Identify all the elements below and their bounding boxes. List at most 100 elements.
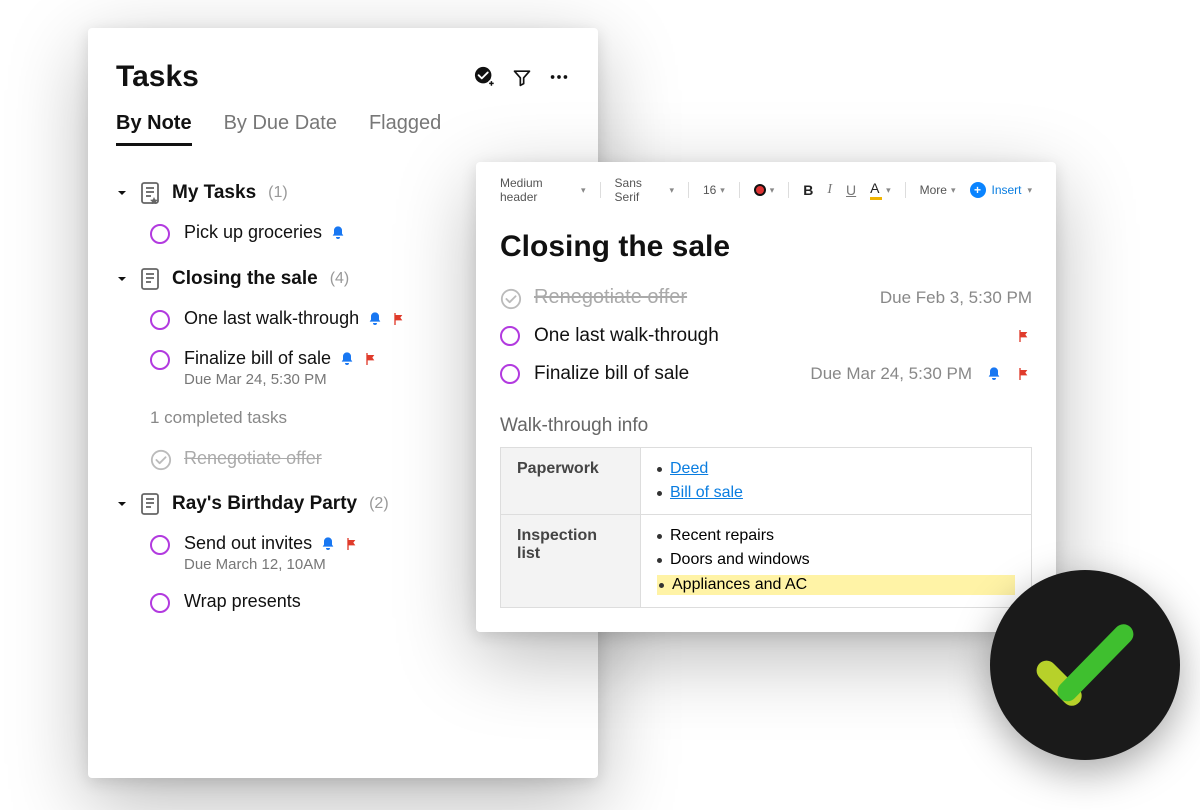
task-label-done: Renegotiate offer xyxy=(184,448,322,469)
bell-icon xyxy=(986,366,1002,382)
link-deed[interactable]: Deed xyxy=(670,460,708,478)
task-label: Send out invites xyxy=(184,533,312,554)
table-row: Inspection list Recent repairs Doors and… xyxy=(501,515,1032,608)
tabs: By Note By Due Date Flagged xyxy=(110,112,576,164)
separator xyxy=(788,182,789,198)
group-title: My Tasks xyxy=(172,182,256,204)
task-label: Finalize bill of sale xyxy=(534,363,689,385)
section-title: Walk-through info xyxy=(500,393,1032,447)
task-label: Finalize bill of sale xyxy=(184,348,331,369)
tasks-header: Tasks xyxy=(110,60,576,112)
group-count: (1) xyxy=(268,184,288,202)
task-due: Due Feb 3, 5:30 PM xyxy=(880,288,1032,308)
group-count: (2) xyxy=(369,495,389,513)
check-complete-icon[interactable] xyxy=(500,288,520,308)
flag-icon xyxy=(344,536,360,552)
task-checkbox[interactable] xyxy=(150,224,170,244)
add-check-icon[interactable] xyxy=(474,66,496,88)
list-item: Recent repairs xyxy=(657,527,1015,545)
table-header-cell: Inspection list xyxy=(501,515,641,608)
task-checkbox[interactable] xyxy=(500,364,520,384)
header-actions xyxy=(474,66,570,88)
tab-by-due-date[interactable]: By Due Date xyxy=(224,112,337,146)
walk-through-table: Paperwork Deed Bill of sale Inspection l… xyxy=(500,447,1032,608)
task-label: Wrap presents xyxy=(184,591,301,612)
bell-icon xyxy=(320,536,336,552)
chevron-down-icon xyxy=(116,273,128,285)
task-due: Due Mar 24, 5:30 PM xyxy=(184,371,379,388)
italic-button[interactable]: I xyxy=(827,182,832,198)
separator xyxy=(905,182,906,198)
editor-toolbar: Medium header▾ Sans Serif▾ 16▾ ▾ B I U A… xyxy=(500,176,1032,212)
bell-icon xyxy=(367,311,383,327)
table-header-cell: Paperwork xyxy=(501,448,641,515)
check-complete-icon[interactable] xyxy=(150,449,170,469)
separator xyxy=(600,182,601,198)
list-item: Deed xyxy=(657,460,1015,478)
page-title: Tasks xyxy=(116,60,199,94)
plus-icon: + xyxy=(970,182,986,198)
separator xyxy=(739,182,740,198)
note-star-icon xyxy=(140,182,160,204)
bell-icon xyxy=(339,351,355,367)
heading-dropdown[interactable]: Medium header▾ xyxy=(500,176,586,204)
note-task-done[interactable]: Renegotiate offer Due Feb 3, 5:30 PM xyxy=(500,278,1032,317)
task-label-done: Renegotiate offer xyxy=(534,286,687,309)
task-due: Due March 12, 10AM xyxy=(184,556,360,573)
flag-icon xyxy=(1016,366,1032,382)
task-body: Wrap presents xyxy=(184,591,301,612)
more-dropdown[interactable]: More▾ xyxy=(920,183,956,197)
task-label: One last walk-through xyxy=(184,308,359,329)
note-task[interactable]: Finalize bill of sale Due Mar 24, 5:30 P… xyxy=(500,355,1032,393)
tab-by-note[interactable]: By Note xyxy=(116,112,192,146)
font-dropdown[interactable]: Sans Serif▾ xyxy=(615,176,674,204)
more-icon[interactable] xyxy=(548,66,570,88)
note-task[interactable]: One last walk-through xyxy=(500,317,1032,355)
task-checkbox[interactable] xyxy=(150,350,170,370)
group-title: Ray's Birthday Party xyxy=(172,493,357,515)
note-title[interactable]: Closing the sale xyxy=(500,212,1032,278)
flag-icon xyxy=(1016,328,1032,344)
task-body: Pick up groceries xyxy=(184,222,346,243)
flag-icon xyxy=(391,311,407,327)
table-row: Paperwork Deed Bill of sale xyxy=(501,448,1032,515)
table-cell[interactable]: Recent repairs Doors and windows Applian… xyxy=(641,515,1032,608)
table-cell[interactable]: Deed Bill of sale xyxy=(641,448,1032,515)
separator xyxy=(688,182,689,198)
checkmark-icon xyxy=(1030,610,1140,720)
underline-button[interactable]: U xyxy=(846,182,856,198)
flag-icon xyxy=(363,351,379,367)
task-due: Due Mar 24, 5:30 PM xyxy=(810,364,972,384)
filter-icon[interactable] xyxy=(512,67,532,87)
note-icon xyxy=(140,268,160,290)
task-checkbox[interactable] xyxy=(150,593,170,613)
group-count: (4) xyxy=(330,270,350,288)
task-body: Send out invites Due March 12, 10AM xyxy=(184,533,360,573)
task-checkbox[interactable] xyxy=(500,326,520,346)
task-body: One last walk-through xyxy=(184,308,407,329)
task-label: One last walk-through xyxy=(534,325,719,347)
font-size-dropdown[interactable]: 16▾ xyxy=(703,183,725,197)
chevron-down-icon xyxy=(116,498,128,510)
group-title: Closing the sale xyxy=(172,268,318,290)
color-swatch-icon xyxy=(754,184,766,196)
task-label: Pick up groceries xyxy=(184,222,322,243)
tab-flagged[interactable]: Flagged xyxy=(369,112,441,146)
checkmark-badge xyxy=(990,570,1180,760)
bell-icon xyxy=(330,225,346,241)
insert-button[interactable]: + Insert ▾ xyxy=(970,182,1033,198)
insert-label: Insert xyxy=(992,183,1022,197)
link-bill-of-sale[interactable]: Bill of sale xyxy=(670,484,743,502)
bold-button[interactable]: B xyxy=(803,182,813,198)
list-item-highlighted: Appliances and AC xyxy=(657,575,1015,595)
text-color-dropdown[interactable]: ▾ xyxy=(754,184,775,196)
task-body: Finalize bill of sale Due Mar 24, 5:30 P… xyxy=(184,348,379,388)
chevron-down-icon xyxy=(116,187,128,199)
highlight-dropdown[interactable]: A▾ xyxy=(870,180,891,200)
task-checkbox[interactable] xyxy=(150,310,170,330)
list-item: Bill of sale xyxy=(657,484,1015,502)
task-checkbox[interactable] xyxy=(150,535,170,555)
list-item: Doors and windows xyxy=(657,551,1015,569)
note-icon xyxy=(140,493,160,515)
note-editor-panel: Medium header▾ Sans Serif▾ 16▾ ▾ B I U A… xyxy=(476,162,1056,632)
